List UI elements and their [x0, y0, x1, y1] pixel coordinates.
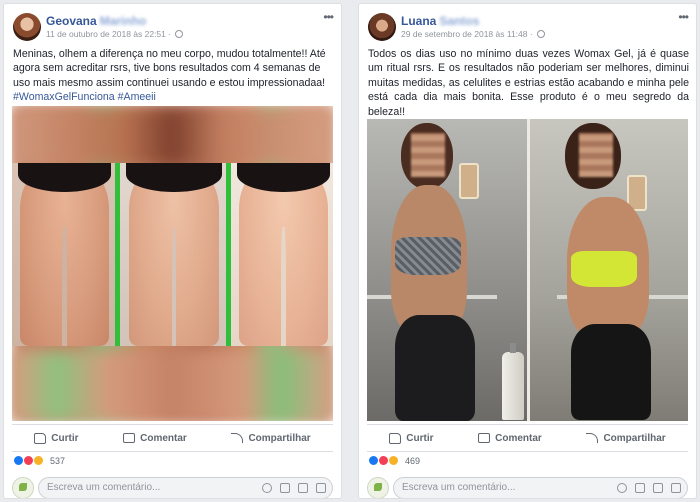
camera-icon[interactable] — [635, 483, 645, 493]
emoji-icon[interactable] — [262, 483, 272, 493]
share-icon — [231, 433, 244, 443]
gif-icon[interactable] — [298, 483, 308, 493]
author-name[interactable]: Luana Santos — [401, 14, 479, 28]
like-button[interactable]: Curtir — [34, 432, 79, 444]
comment-bar: Escreva um comentário... — [367, 474, 688, 498]
sticker-icon[interactable] — [316, 483, 326, 493]
timestamp[interactable]: 29 de setembro de 2018 às 11:48 — [401, 29, 528, 39]
post-meta: 11 de outubro de 2018 às 22:51 · — [46, 29, 184, 39]
author-first-name[interactable]: Geovana — [46, 14, 97, 28]
post-actions: Curtir Comentar Compartilhar — [367, 424, 688, 452]
post-body: Todos os dias uso no mínimo duas vezes W… — [368, 48, 689, 118]
share-button[interactable]: Compartilhar — [231, 432, 311, 444]
sticker-icon[interactable] — [671, 483, 681, 493]
wow-reaction-icon — [388, 455, 399, 466]
reactions-summary[interactable]: 469 — [368, 455, 420, 466]
reaction-count[interactable]: 537 — [50, 456, 65, 466]
post-photo-collage[interactable] — [12, 106, 333, 421]
author-first-name[interactable]: Luana — [401, 14, 436, 28]
post-header: Luana Santos 29 de setembro de 2018 às 11… — [359, 4, 696, 44]
post-text: Meninas, olhem a diferença no meu corpo,… — [13, 47, 334, 105]
post-header: Geovana Marinho 11 de outubro de 2018 às … — [4, 4, 341, 44]
page-avatar — [12, 477, 34, 498]
like-label: Curtir — [406, 432, 434, 444]
comment-placeholder: Escreva um comentário... — [402, 482, 516, 493]
post-card: Geovana Marinho 11 de outubro de 2018 às … — [3, 3, 342, 499]
share-label: Compartilhar — [603, 432, 666, 444]
photo-panel-before — [12, 163, 117, 346]
share-label: Compartilhar — [248, 432, 311, 444]
post-card: Luana Santos 29 de setembro de 2018 às 11… — [358, 3, 697, 499]
comment-label: Comentar — [140, 432, 187, 444]
face-blurred — [411, 133, 445, 177]
timestamp[interactable]: 11 de outubro de 2018 às 22:51 — [46, 29, 166, 39]
camera-icon[interactable] — [280, 483, 290, 493]
like-label: Curtir — [51, 432, 79, 444]
author-name[interactable]: Geovana Marinho — [46, 14, 146, 28]
globe-icon — [175, 30, 184, 38]
more-options-icon[interactable]: ••• — [678, 10, 689, 24]
comment-placeholder: Escreva um comentário... — [47, 482, 161, 493]
hashtags[interactable]: #WomaxGelFunciona #Ameeii — [13, 91, 156, 103]
more-options-icon[interactable]: ••• — [323, 10, 334, 24]
wow-reaction-icon — [33, 455, 44, 466]
reaction-count[interactable]: 469 — [405, 456, 420, 466]
phone — [459, 163, 479, 199]
post-meta: 29 de setembro de 2018 às 11:48 · — [401, 29, 546, 39]
post-text: Todos os dias uso no mínimo duas vezes W… — [368, 47, 689, 119]
comment-icon — [478, 433, 491, 443]
like-button[interactable]: Curtir — [389, 432, 434, 444]
thumbs-up-icon — [34, 432, 47, 444]
comment-bar: Escreva um comentário... — [12, 474, 333, 498]
comment-label: Comentar — [495, 432, 542, 444]
post-photo-before-after[interactable] — [367, 119, 688, 421]
share-icon — [586, 433, 599, 443]
author-surname-blurred: Marinho — [99, 14, 147, 28]
avatar[interactable] — [368, 13, 396, 41]
globe-icon — [537, 30, 546, 38]
photo-panel-middle — [120, 163, 228, 346]
thumbs-up-icon — [389, 432, 402, 444]
face-blurred — [579, 133, 613, 177]
reactions-summary[interactable]: 537 — [13, 455, 65, 466]
author-surname-blurred: Santos — [439, 14, 480, 28]
post-actions: Curtir Comentar Compartilhar — [12, 424, 333, 452]
share-button[interactable]: Compartilhar — [586, 432, 666, 444]
comment-icon — [123, 433, 136, 443]
avatar[interactable] — [13, 13, 41, 41]
comment-input[interactable]: Escreva um comentário... — [393, 477, 688, 498]
gif-icon[interactable] — [653, 483, 663, 493]
photo-panel-after — [231, 163, 333, 346]
product-bottle — [502, 343, 524, 420]
page-avatar — [367, 477, 389, 498]
post-body: Meninas, olhem a diferença no meu corpo,… — [13, 48, 326, 89]
comment-button[interactable]: Comentar — [478, 433, 542, 444]
emoji-icon[interactable] — [617, 483, 627, 493]
comment-input[interactable]: Escreva um comentário... — [38, 477, 333, 498]
comment-button[interactable]: Comentar — [123, 433, 187, 444]
photo-divider — [526, 119, 530, 421]
